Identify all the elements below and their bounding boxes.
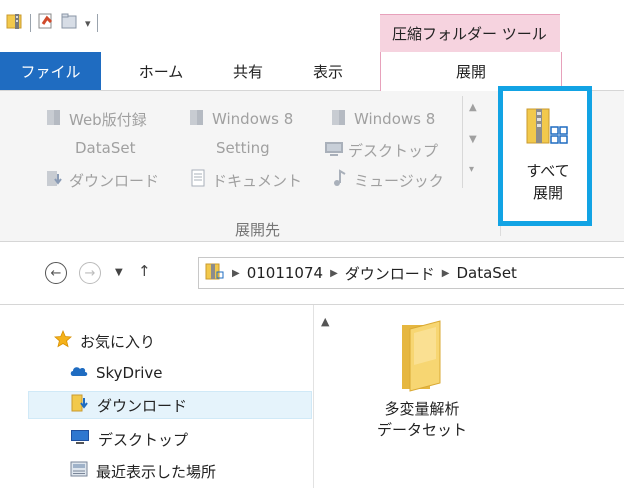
up-arrow-icon[interactable]: ↑ [138, 262, 151, 280]
star-icon [54, 329, 72, 352]
recent-places-icon [70, 460, 88, 482]
extract-all-label-2: 展開 [532, 184, 563, 202]
folder-icon[interactable] [6, 12, 24, 34]
breadcrumb-item[interactable]: DataSet [456, 264, 516, 282]
breadcrumb-separator-icon[interactable]: ▶ [442, 268, 450, 279]
destination-item[interactable]: Web版付録 [45, 108, 147, 130]
zip-folder-icon [205, 261, 225, 285]
download-folder-icon [45, 169, 65, 191]
destination-item[interactable]: ドキュメント [188, 169, 302, 191]
title-bar: ▾ 圧縮フォルダー ツール [0, 0, 624, 53]
tab-file[interactable]: ファイル [0, 52, 101, 90]
destination-item[interactable]: ミュージック [330, 169, 444, 191]
destination-item[interactable]: Windows 8 [330, 108, 435, 130]
destination-scrollbar[interactable]: ▲ ▼ ▾ [462, 96, 485, 188]
folder-icon [188, 108, 208, 130]
new-folder-icon[interactable] [61, 12, 79, 34]
extract-all-button[interactable]: すべて 展開 [498, 86, 592, 226]
scroll-up-icon[interactable]: ▲ [321, 315, 329, 328]
group-label: 展開先 [235, 221, 281, 239]
context-tab-header: 圧縮フォルダー ツール [380, 14, 560, 53]
customize-dropdown-icon[interactable]: ▾ [85, 17, 91, 30]
scroll-up-icon[interactable]: ▲ [469, 102, 477, 113]
breadcrumb-separator-icon[interactable]: ▶ [232, 268, 240, 279]
music-icon [330, 169, 350, 191]
destination-item[interactable]: ダウンロード [45, 169, 159, 191]
breadcrumb-item[interactable]: ダウンロード [345, 263, 435, 284]
tab-share[interactable]: 共有 [213, 52, 283, 90]
nav-scrollbar[interactable]: ▲ [313, 305, 342, 488]
scroll-down-icon[interactable]: ▼ [469, 134, 477, 145]
download-folder-icon [71, 394, 89, 416]
forward-arrow-icon: → [84, 265, 96, 281]
nav-item-favorites[interactable]: お気に入り [28, 327, 312, 355]
tab-home[interactable]: ホーム [121, 52, 201, 90]
properties-icon[interactable] [37, 12, 55, 34]
zip-folder-icon [525, 105, 569, 151]
folder-icon [390, 320, 454, 399]
folder-icon [45, 108, 65, 130]
destination-item[interactable]: DataSet [75, 139, 135, 157]
quick-access-toolbar: ▾ [6, 12, 98, 34]
destination-item[interactable]: Setting [216, 139, 270, 157]
more-options-icon[interactable]: ▾ [469, 164, 474, 175]
nav-item-skydrive[interactable]: SkyDrive [28, 359, 312, 387]
desktop-icon [324, 139, 344, 161]
folder-icon [330, 108, 350, 130]
recent-locations-icon[interactable]: ▼ [115, 267, 123, 278]
document-icon [188, 169, 208, 191]
extract-all-label-1: すべて [526, 162, 570, 180]
file-item[interactable]: 多変量解析 データセット [367, 319, 477, 441]
destination-item[interactable]: デスクトップ [324, 139, 438, 161]
breadcrumb-separator-icon[interactable]: ▶ [330, 268, 338, 279]
address-bar: ← → ▼ ↑ ▶ 01011074 ▶ ダウンロード ▶ DataSet [0, 242, 624, 305]
file-name-line-1: 多変量解析 [384, 400, 460, 418]
back-button[interactable]: ← [45, 262, 67, 284]
toolbar-separator [30, 14, 31, 32]
context-tab-title: 圧縮フォルダー ツール [392, 25, 547, 43]
breadcrumb-item[interactable]: 01011074 [247, 264, 323, 282]
destination-item[interactable]: Windows 8 [188, 108, 293, 130]
file-pane: 多変量解析 データセット [343, 305, 624, 488]
nav-item-recent-places[interactable]: 最近表示した場所 [28, 457, 312, 485]
forward-button[interactable]: → [79, 262, 101, 284]
nav-item-downloads[interactable]: ダウンロード [28, 391, 312, 419]
file-name-line-2: データセット [376, 421, 467, 439]
back-arrow-icon: ← [50, 265, 62, 281]
navigation-pane: お気に入り SkyDrive ダウンロード デスクトップ 最近表示した場所 ▲ [0, 305, 342, 488]
desktop-icon [70, 429, 90, 449]
skydrive-icon [70, 364, 88, 382]
address-field[interactable]: ▶ 01011074 ▶ ダウンロード ▶ DataSet [198, 257, 624, 289]
tab-view[interactable]: 表示 [293, 52, 363, 90]
toolbar-separator [96, 14, 98, 32]
nav-item-desktop[interactable]: デスクトップ [28, 425, 312, 453]
